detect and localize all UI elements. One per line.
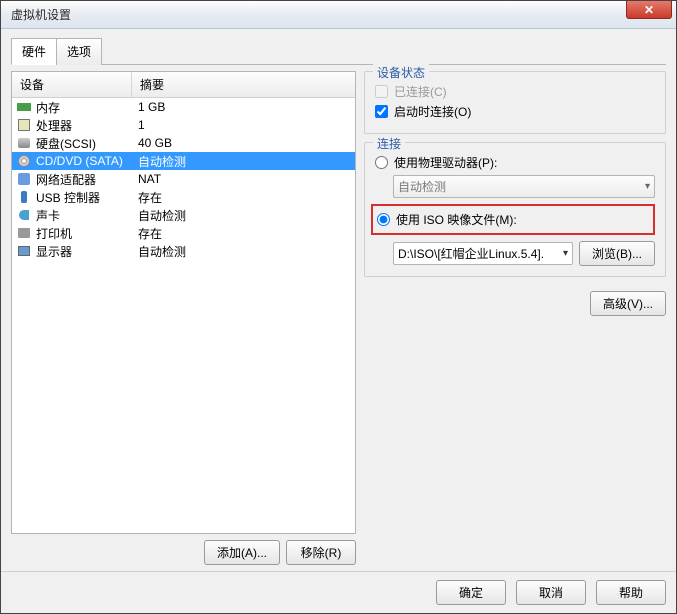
hardware-name: 处理器 — [36, 117, 72, 134]
hardware-summary: 40 GB — [132, 136, 355, 150]
connected-checkbox — [375, 85, 388, 98]
hardware-name: CD/DVD (SATA) — [36, 154, 123, 168]
hardware-summary: 存在 — [132, 225, 355, 242]
hardware-row[interactable]: 网络适配器 NAT — [12, 170, 355, 188]
hardware-name: 声卡 — [36, 207, 60, 224]
hardware-summary: 1 GB — [132, 100, 355, 114]
left-panel: 设备 摘要 内存 1 GB 处理器 1 硬盘(SCSI) 40 GB CD/DVD (SAT… — [11, 71, 356, 565]
connect-at-power-on-checkbox[interactable] — [375, 105, 388, 118]
hardware-name: 网络适配器 — [36, 171, 96, 188]
cd-icon — [16, 154, 32, 168]
cancel-button[interactable]: 取消 — [516, 580, 586, 605]
use-physical-row[interactable]: 使用物理驱动器(P): — [375, 154, 655, 171]
connected-label: 已连接(C) — [394, 83, 447, 100]
hardware-name: 显示器 — [36, 243, 72, 260]
help-button[interactable]: 帮助 — [596, 580, 666, 605]
connection-legend: 连接 — [373, 135, 405, 152]
net-icon — [16, 172, 32, 186]
iso-path-combobox[interactable]: D:\ISO\[红帽企业Linux.5.4]. ▾ — [393, 242, 573, 265]
content-area: 硬件 选项 设备 摘要 内存 1 GB 处理器 1 硬盘(SCSI) 40 GB CD/DV… — [1, 29, 676, 571]
connected-row: 已连接(C) — [375, 83, 655, 100]
tab-strip: 硬件 选项 — [11, 37, 666, 65]
remove-button[interactable]: 移除(R) — [286, 540, 356, 565]
cpu-icon — [16, 118, 32, 132]
hardware-row[interactable]: CD/DVD (SATA) 自动检测 — [12, 152, 355, 170]
iso-highlight: 使用 ISO 映像文件(M): — [371, 204, 655, 235]
hardware-rows: 内存 1 GB 处理器 1 硬盘(SCSI) 40 GB CD/DVD (SATA) 自动检测… — [12, 98, 355, 260]
device-status-group: 设备状态 已连接(C) 启动时连接(O) — [364, 71, 666, 134]
hardware-summary: 自动检测 — [132, 207, 355, 224]
advanced-button[interactable]: 高级(V)... — [590, 291, 666, 316]
tab-options[interactable]: 选项 — [56, 38, 102, 65]
hardware-name: 硬盘(SCSI) — [36, 135, 96, 152]
usb-icon — [16, 190, 32, 204]
hardware-summary: 存在 — [132, 189, 355, 206]
use-physical-label: 使用物理驱动器(P): — [394, 154, 497, 171]
iso-path-value: D:\ISO\[红帽企业Linux.5.4]. — [398, 245, 544, 262]
use-iso-label: 使用 ISO 映像文件(M): — [396, 211, 517, 228]
add-button[interactable]: 添加(A)... — [204, 540, 280, 565]
hardware-list-header: 设备 摘要 — [12, 72, 355, 98]
main-area: 设备 摘要 内存 1 GB 处理器 1 硬盘(SCSI) 40 GB CD/DVD (SAT… — [11, 71, 666, 565]
physical-drive-value: 自动检测 — [398, 178, 446, 195]
col-summary: 摘要 — [132, 72, 355, 97]
hardware-list: 设备 摘要 内存 1 GB 处理器 1 硬盘(SCSI) 40 GB CD/DVD (SAT… — [11, 71, 356, 534]
hardware-summary: 自动检测 — [132, 243, 355, 260]
hardware-row[interactable]: 硬盘(SCSI) 40 GB — [12, 134, 355, 152]
ok-button[interactable]: 确定 — [436, 580, 506, 605]
titlebar[interactable]: 虚拟机设置 ✕ — [1, 1, 676, 29]
connection-group: 连接 使用物理驱动器(P): 自动检测 ▾ 使用 ISO 映像文件(M): — [364, 142, 666, 277]
hdd-icon — [16, 136, 32, 150]
hardware-row[interactable]: USB 控制器 存在 — [12, 188, 355, 206]
connect-at-power-on-row[interactable]: 启动时连接(O) — [375, 103, 655, 120]
hardware-name: 内存 — [36, 99, 60, 116]
close-button[interactable]: ✕ — [626, 1, 672, 19]
hardware-name: USB 控制器 — [36, 189, 100, 206]
advanced-row: 高级(V)... — [364, 291, 666, 316]
tab-hardware[interactable]: 硬件 — [11, 38, 57, 65]
prt-icon — [16, 226, 32, 240]
device-status-legend: 设备状态 — [373, 64, 429, 81]
hardware-buttons: 添加(A)... 移除(R) — [11, 540, 356, 565]
physical-drive-dropdown: 自动检测 ▾ — [393, 175, 655, 198]
close-icon: ✕ — [644, 4, 654, 16]
use-iso-radio[interactable] — [377, 213, 390, 226]
window-title: 虚拟机设置 — [11, 6, 71, 23]
settings-window: 虚拟机设置 ✕ 硬件 选项 设备 摘要 内存 1 GB 处理器 1 硬盘(SCSI) 40… — [0, 0, 677, 614]
footer: 确定 取消 帮助 — [1, 571, 676, 613]
hardware-row[interactable]: 显示器 自动检测 — [12, 242, 355, 260]
col-device: 设备 — [12, 72, 132, 97]
hardware-row[interactable]: 内存 1 GB — [12, 98, 355, 116]
right-panel: 设备状态 已连接(C) 启动时连接(O) 连接 使用物理驱动器(P): — [364, 71, 666, 565]
use-iso-row[interactable]: 使用 ISO 映像文件(M): — [377, 211, 649, 228]
snd-icon — [16, 208, 32, 222]
hardware-summary: 1 — [132, 118, 355, 132]
mem-icon — [16, 100, 32, 114]
hardware-summary: 自动检测 — [132, 153, 355, 170]
connect-at-power-on-label: 启动时连接(O) — [394, 103, 471, 120]
chevron-down-icon: ▾ — [645, 181, 650, 192]
disp-icon — [16, 244, 32, 258]
hardware-row[interactable]: 打印机 存在 — [12, 224, 355, 242]
iso-path-row: D:\ISO\[红帽企业Linux.5.4]. ▾ 浏览(B)... — [393, 241, 655, 266]
hardware-row[interactable]: 处理器 1 — [12, 116, 355, 134]
chevron-down-icon: ▾ — [563, 248, 568, 259]
browse-button[interactable]: 浏览(B)... — [579, 241, 655, 266]
hardware-name: 打印机 — [36, 225, 72, 242]
use-physical-radio[interactable] — [375, 156, 388, 169]
hardware-summary: NAT — [132, 172, 355, 186]
hardware-row[interactable]: 声卡 自动检测 — [12, 206, 355, 224]
